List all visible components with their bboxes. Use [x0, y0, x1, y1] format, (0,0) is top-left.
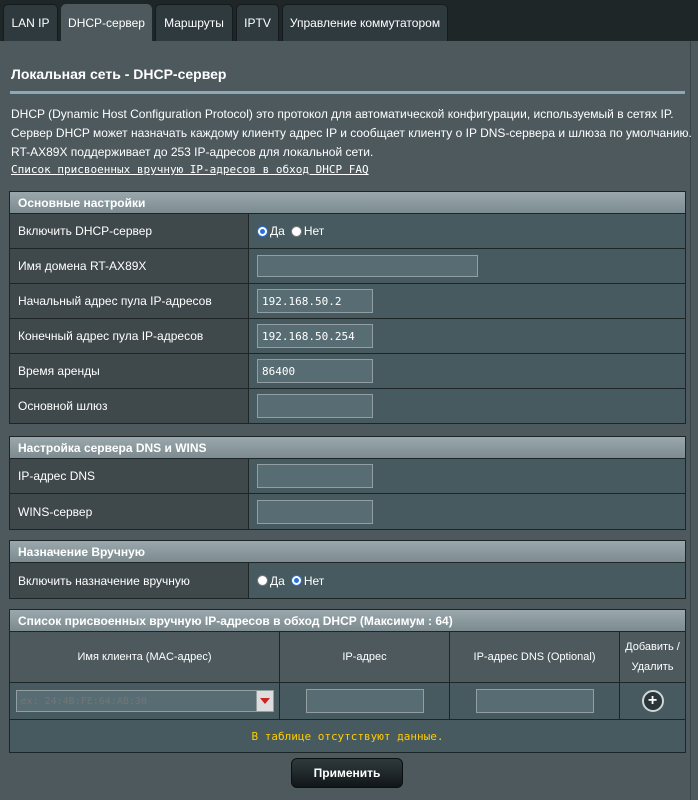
column-header-client: Имя клиента (MAC-адрес) — [10, 632, 280, 682]
manual-list-section: Список присвоенных вручную IP-адресов в … — [9, 609, 686, 753]
tab-dhcp-server[interactable]: DHCP-сервер — [61, 4, 152, 41]
pool-end-label: Конечный адрес пула IP-адресов — [10, 319, 249, 353]
enable-dhcp-no-radio[interactable]: Нет — [290, 224, 325, 238]
settings-row: Включить DHCP-сервер Да Нет — [10, 214, 685, 249]
section-header: Назначение Вручную — [10, 541, 685, 563]
tab-iptv[interactable]: IPTV — [236, 4, 279, 41]
tab-bar: LAN IP DHCP-сервер Маршруты IPTV Управле… — [0, 0, 698, 41]
enable-manual-no-radio[interactable]: Нет — [290, 573, 325, 588]
client-combobox[interactable] — [15, 690, 274, 712]
description-line-3: RT-AX89X поддерживает до 253 IP-адресов … — [11, 145, 374, 159]
radio-label: Да — [270, 573, 285, 588]
manual-dns-input[interactable] — [475, 689, 594, 713]
radio-empty-icon — [257, 575, 268, 586]
lease-time-label: Время аренды — [10, 354, 249, 388]
section-header: Основные настройки — [10, 192, 685, 214]
settings-row: Время аренды — [10, 354, 685, 389]
add-entry-button[interactable]: + — [641, 690, 664, 712]
pool-end-input[interactable] — [257, 324, 373, 348]
column-header-remove-line: Удалить — [631, 661, 674, 673]
enable-dhcp-label: Включить DHCP-сервер — [10, 214, 249, 248]
description-line-1: DHCP (Dynamic Host Configuration Protoco… — [11, 107, 674, 121]
radio-selected-icon — [257, 225, 268, 237]
radio-selected-icon — [290, 575, 302, 586]
dns-ip-input[interactable] — [257, 464, 373, 488]
settings-row: Имя домена RT-AX89X — [10, 249, 685, 284]
default-gateway-input[interactable] — [257, 394, 373, 418]
radio-label: Нет — [303, 224, 325, 238]
dns-cell — [450, 683, 620, 719]
dropdown-arrow-icon[interactable] — [255, 690, 274, 712]
wins-server-input[interactable] — [257, 499, 373, 524]
column-header-add-line: Добавить / — [625, 641, 680, 653]
ip-cell — [280, 683, 450, 719]
pool-start-label: Начальный адрес пула IP-адресов — [10, 284, 249, 318]
settings-row: WINS-сервер — [10, 494, 685, 529]
table-input-row: + — [10, 683, 685, 720]
pool-start-input[interactable] — [257, 289, 373, 313]
radio-empty-icon — [290, 225, 302, 237]
enable-dhcp-yes-radio[interactable]: Да — [257, 224, 285, 238]
basic-settings-section: Основные настройки Включить DHCP-сервер … — [9, 191, 686, 424]
empty-table-message: В таблице отсутствуют данные. — [10, 720, 685, 752]
apply-button[interactable]: Применить — [291, 758, 403, 788]
lease-time-input[interactable] — [257, 359, 373, 383]
settings-row: Начальный адрес пула IP-адресов — [10, 284, 685, 319]
description-line-2: Сервер DHCP может назначать каждому клие… — [11, 126, 692, 140]
domain-name-input[interactable] — [257, 255, 478, 277]
enable-manual-options: Да Нет — [249, 563, 685, 598]
faq-link[interactable]: Список присвоенных вручную IP-адресов в … — [11, 163, 369, 176]
column-header-add-remove: Добавить / Удалить — [620, 632, 685, 682]
dns-wins-section: Настройка сервера DNS и WINS IP-адрес DN… — [9, 436, 686, 530]
settings-row: Конечный адрес пула IP-адресов — [10, 319, 685, 354]
client-cell — [10, 683, 280, 719]
tab-lan-ip[interactable]: LAN IP — [3, 4, 58, 41]
tab-switch-control[interactable]: Управление коммутатором — [282, 4, 448, 41]
enable-dhcp-options: Да Нет — [249, 214, 685, 248]
column-header-dns: IP-адрес DNS (Optional) — [450, 632, 620, 682]
settings-row: Основной шлюз — [10, 389, 685, 423]
enable-manual-yes-radio[interactable]: Да — [257, 574, 285, 588]
enable-manual-label: Включить назначение вручную — [10, 563, 249, 598]
title-divider — [10, 91, 685, 94]
radio-label: Нет — [303, 573, 325, 588]
page-title: Локальная сеть - DHCP-сервер — [11, 66, 227, 82]
plus-icon: + — [647, 692, 658, 709]
settings-row: Включить назначение вручную Да Нет — [10, 563, 685, 598]
default-gateway-label: Основной шлюз — [10, 389, 249, 423]
wins-server-label: WINS-сервер — [10, 494, 249, 529]
manual-assignment-section: Назначение Вручную Включить назначение в… — [9, 540, 686, 599]
manual-ip-input[interactable] — [305, 689, 424, 713]
settings-row: IP-адрес DNS — [10, 459, 685, 494]
section-header: Настройка сервера DNS и WINS — [10, 437, 685, 459]
column-header-ip: IP-адрес — [280, 632, 450, 682]
client-mac-input[interactable] — [15, 690, 274, 712]
dns-ip-label: IP-адрес DNS — [10, 459, 249, 493]
add-cell: + — [620, 683, 685, 719]
manual-list-table: Имя клиента (MAC-адрес) IP-адрес IP-адре… — [10, 632, 685, 752]
radio-label: Да — [270, 224, 285, 238]
table-header-row: Имя клиента (MAC-адрес) IP-адрес IP-адре… — [10, 632, 685, 683]
section-header: Список присвоенных вручную IP-адресов в … — [10, 610, 685, 632]
domain-name-label: Имя домена RT-AX89X — [10, 249, 249, 283]
tab-routes[interactable]: Маршруты — [155, 4, 233, 41]
